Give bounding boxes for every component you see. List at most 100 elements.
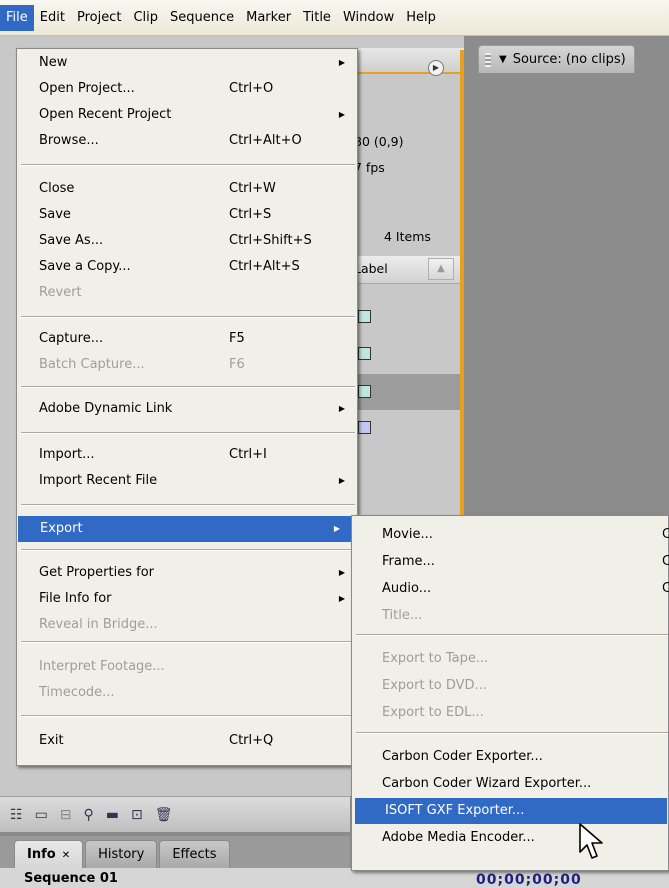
menu-separator xyxy=(21,316,355,318)
panel-menu-button[interactable]: ▶ xyxy=(428,60,444,76)
menu-item-batch-capture: Batch Capture... F6 xyxy=(17,352,357,378)
export-item-adobe-media-encoder[interactable]: Adobe Media Encoder... xyxy=(352,825,669,851)
menu-item-label: Carbon Coder Wizard Exporter... xyxy=(382,776,592,791)
menu-item-capture[interactable]: Capture... F5 xyxy=(17,326,357,352)
clip-info-line2: 7 fps xyxy=(354,160,385,175)
tab-history[interactable]: History xyxy=(85,840,158,868)
submenu-arrow-icon: ▶ xyxy=(333,524,340,533)
label-column-label: Label xyxy=(354,261,388,276)
panel-menu-icon: ▶ xyxy=(432,63,440,72)
export-item-audio[interactable]: Audio... C xyxy=(352,576,669,602)
menu-bar: File Edit Project Clip Sequence Marker Title Wi… xyxy=(0,0,669,36)
project-toolbar: ☷ ▭ ⊟ ⚲ ▬ ⊡ 🗑 xyxy=(0,796,350,832)
submenu-arrow-icon: ▶ xyxy=(338,476,345,485)
menubar-title[interactable]: Title xyxy=(297,5,337,31)
new-item-icon[interactable]: ⊡ xyxy=(131,807,143,823)
menu-item-adobe-dynamic-link[interactable]: Adobe Dynamic Link ▶ xyxy=(17,396,357,422)
export-item-carbon-coder-wizard-exporter[interactable]: Carbon Coder Wizard Exporter... xyxy=(352,771,669,797)
source-dropdown-icon[interactable]: ▼ xyxy=(499,46,507,74)
menu-item-label: Open Project... xyxy=(39,81,135,96)
source-tab[interactable]: ▼ Source: (no clips) xyxy=(478,45,635,73)
menu-separator xyxy=(21,715,355,717)
menu-item-file-info-for[interactable]: File Info for ▶ xyxy=(17,586,357,612)
menu-item-save-a-copy[interactable]: Save a Copy... Ctrl+Alt+S xyxy=(17,254,357,280)
menu-item-close[interactable]: Close Ctrl+W xyxy=(17,176,357,202)
menu-item-reveal-in-bridge: Reveal in Bridge... xyxy=(17,612,357,638)
menu-item-export[interactable]: Export ▶ xyxy=(18,516,352,542)
menu-item-save-as[interactable]: Save As... Ctrl+Shift+S xyxy=(17,228,357,254)
tab-info[interactable]: Info ✕ xyxy=(14,840,84,868)
menu-item-save[interactable]: Save Ctrl+S xyxy=(17,202,357,228)
menu-item-browse[interactable]: Browse... Ctrl+Alt+O xyxy=(17,128,357,154)
export-item-isoft-gxf-exporter[interactable]: ISOFT GXF Exporter... xyxy=(355,798,667,824)
list-item[interactable] xyxy=(350,374,460,410)
menu-separator xyxy=(21,504,355,506)
menu-item-label: Frame... xyxy=(382,554,435,569)
menu-separator xyxy=(21,164,355,166)
trash-icon[interactable]: 🗑 xyxy=(155,807,173,823)
list-column-header[interactable]: Label ▲ xyxy=(350,256,460,284)
menu-separator xyxy=(356,732,668,734)
menu-item-exit[interactable]: Exit Ctrl+Q xyxy=(17,728,357,754)
grip-icon[interactable] xyxy=(485,52,491,67)
menubar-clip[interactable]: Clip xyxy=(127,5,164,31)
menubar-window[interactable]: Window xyxy=(337,5,400,31)
menu-item-label: Reveal in Bridge... xyxy=(39,617,158,632)
menu-item-label: Export xyxy=(40,521,83,536)
menu-separator xyxy=(21,549,355,551)
list-item[interactable] xyxy=(350,410,460,446)
export-item-carbon-coder-exporter[interactable]: Carbon Coder Exporter... xyxy=(352,744,669,770)
menubar-file[interactable]: File xyxy=(0,4,34,31)
export-item-export-to-tape: Export to Tape... xyxy=(352,646,669,672)
menu-item-label: Close xyxy=(39,181,75,196)
icon-view-icon[interactable]: ▭ xyxy=(35,807,48,823)
sequence-title: Sequence 01 xyxy=(24,871,118,886)
menu-item-label: Adobe Dynamic Link xyxy=(39,401,173,416)
menu-item-import-recent-file[interactable]: Import Recent File ▶ xyxy=(17,468,357,494)
menu-item-open-recent-project[interactable]: Open Recent Project ▶ xyxy=(17,102,357,128)
label-color-swatch xyxy=(358,421,371,434)
export-item-export-to-edl: Export to EDL... xyxy=(352,700,669,726)
menubar-sequence[interactable]: Sequence xyxy=(164,5,240,31)
menubar-help[interactable]: Help xyxy=(400,5,442,31)
menu-item-shortcut: Ctrl+Shift+S xyxy=(229,233,312,248)
automate-icon[interactable]: ⊟ xyxy=(60,807,72,823)
menu-separator xyxy=(21,641,355,643)
menu-item-open-project[interactable]: Open Project... Ctrl+O xyxy=(17,76,357,102)
menu-item-shortcut: C xyxy=(662,554,669,569)
sort-icon[interactable]: ▲ xyxy=(428,258,454,280)
menu-separator xyxy=(21,386,355,388)
export-item-movie[interactable]: Movie... C xyxy=(352,522,669,548)
timecode-display[interactable]: 00;00;00;00 xyxy=(476,872,582,888)
menu-item-get-properties-for[interactable]: Get Properties for ▶ xyxy=(17,560,357,586)
menu-item-label: Carbon Coder Exporter... xyxy=(382,749,543,764)
menu-item-label: Export to DVD... xyxy=(382,678,487,693)
menu-item-shortcut: Ctrl+Alt+O xyxy=(229,133,302,148)
menu-item-label: Export to EDL... xyxy=(382,705,484,720)
list-item[interactable] xyxy=(350,299,460,335)
menu-item-timecode: Timecode... xyxy=(17,680,357,706)
export-item-frame[interactable]: Frame... C xyxy=(352,549,669,575)
tab-effects[interactable]: Effects xyxy=(159,840,230,868)
list-view-icon[interactable]: ☷ xyxy=(10,807,23,823)
menubar-edit[interactable]: Edit xyxy=(34,5,71,31)
export-item-title: Title... xyxy=(352,603,669,629)
menu-item-shortcut: Ctrl+S xyxy=(229,207,272,222)
new-bin-icon[interactable]: ▬ xyxy=(106,807,119,823)
menu-item-import[interactable]: Import... Ctrl+I xyxy=(17,442,357,468)
menu-item-label: Timecode... xyxy=(39,685,115,700)
export-submenu: Movie... C Frame... C Audio... C Title... Expor… xyxy=(351,515,669,871)
mouse-cursor-icon xyxy=(579,823,603,859)
menu-item-label: New xyxy=(39,55,68,70)
menu-item-label: Batch Capture... xyxy=(39,357,145,372)
menu-item-new[interactable]: New ▶ xyxy=(17,50,357,76)
tab-label: Info xyxy=(27,847,56,862)
menubar-project[interactable]: Project xyxy=(71,5,127,31)
menubar-marker[interactable]: Marker xyxy=(240,5,297,31)
find-icon[interactable]: ⚲ xyxy=(84,807,94,823)
list-item[interactable] xyxy=(350,336,460,372)
clip-info-line1: 80 (0,9) xyxy=(354,134,404,149)
label-color-swatch xyxy=(358,347,371,360)
tab-label: History xyxy=(98,847,145,862)
close-icon[interactable]: ✕ xyxy=(62,850,70,861)
